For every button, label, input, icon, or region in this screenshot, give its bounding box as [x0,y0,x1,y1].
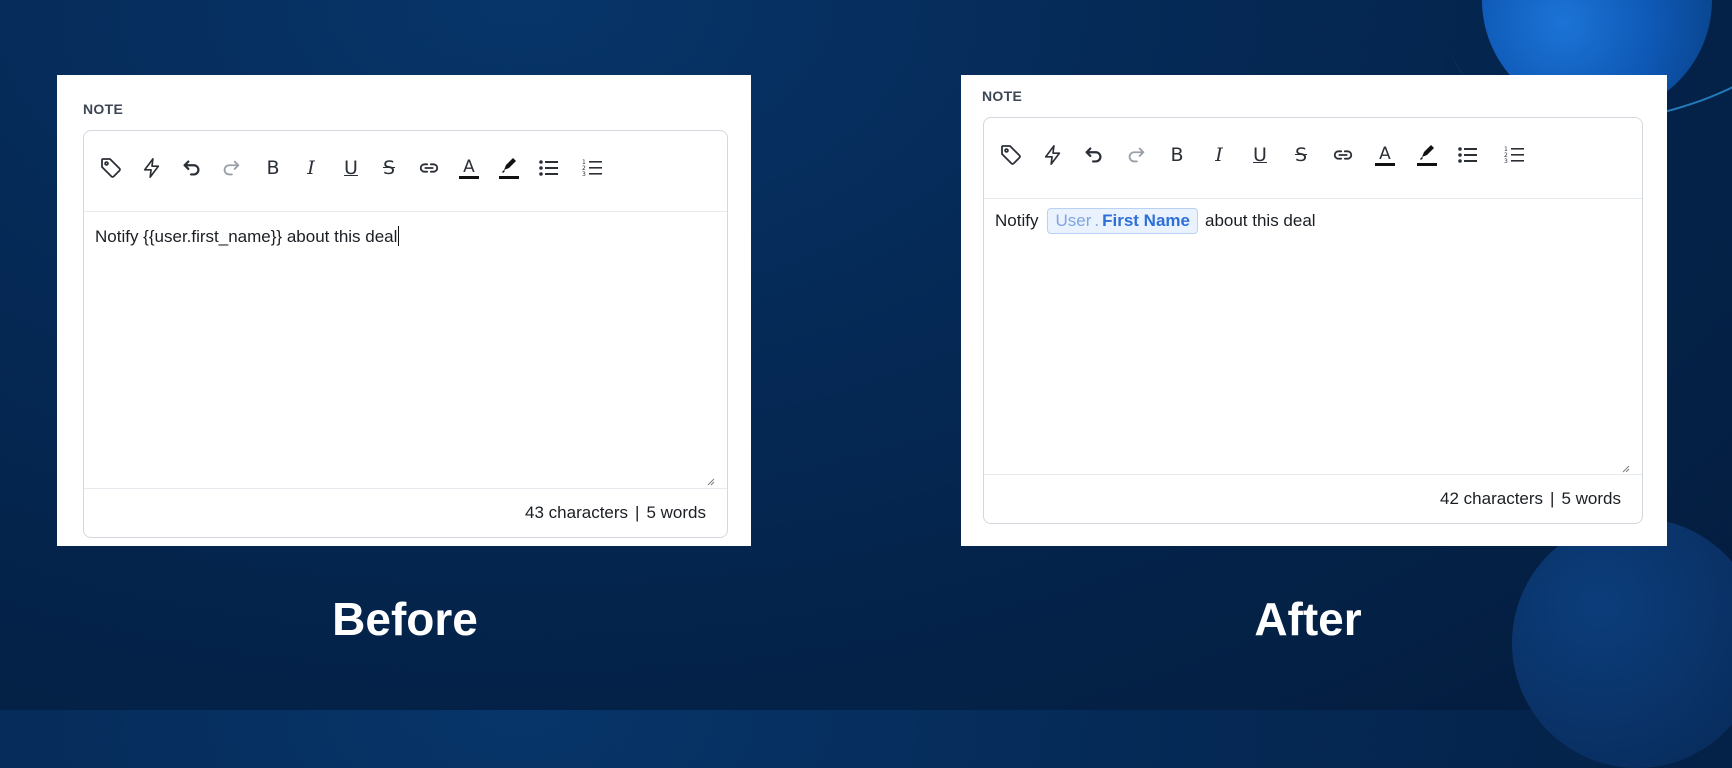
after-panel: NOTE B I U S A 1 2 3 Notify User . First… [961,75,1667,546]
token-field: First Name [1102,211,1190,230]
note-label: NOTE [83,101,124,117]
note-text-prefix: Notify [995,211,1039,230]
redo-icon[interactable] [1121,140,1151,170]
highlight-icon[interactable] [1412,140,1442,170]
numbered-list-icon[interactable]: 123 [578,153,608,183]
lightning-icon[interactable] [137,153,167,183]
highlight-icon[interactable] [494,153,524,183]
svg-text:A: A [1379,144,1391,164]
editor-content[interactable]: Notify {{user.first_name}} about this de… [95,226,400,247]
bullet-list-icon[interactable] [534,153,564,183]
note-label: NOTE [982,88,1023,104]
resize-handle-icon[interactable] [1621,464,1630,473]
token-dot: . [1094,211,1100,230]
svg-text:A: A [463,157,475,177]
character-count: 43 characters [525,503,629,522]
character-word-count: 42 characters | 5 words [1440,489,1621,509]
tag-icon[interactable] [996,140,1026,170]
character-count: 42 characters [1440,489,1544,508]
character-word-count: 43 characters | 5 words [525,503,706,523]
lightning-icon[interactable] [1038,140,1068,170]
numbered-list-icon[interactable]: 123 [1500,140,1530,170]
word-count: 5 words [646,503,706,522]
tag-icon[interactable] [96,153,126,183]
italic-icon[interactable]: I [296,153,326,183]
count-separator: | [1550,489,1555,508]
count-separator: | [635,503,640,522]
editor-footer: 43 characters | 5 words [84,488,727,537]
link-icon[interactable] [414,153,444,183]
svg-text:3: 3 [1504,158,1508,165]
strikethrough-icon[interactable]: S [1286,140,1316,170]
text-color-icon[interactable]: A [454,153,484,183]
bold-icon[interactable]: B [258,153,288,183]
underline-icon[interactable]: U [336,153,366,183]
bullet-list-icon[interactable] [1453,140,1483,170]
strikethrough-icon[interactable]: S [374,153,404,183]
note-editor[interactable]: B I U S A 123 Notify {{user.first_name}}… [83,130,728,538]
text-caret [398,226,400,246]
editor-toolbar: B I U S A 123 [984,118,1642,199]
note-editor[interactable]: B I U S A 123 Notify User. First Name abo… [983,117,1643,524]
text-color-icon[interactable]: A [1370,140,1400,170]
editor-toolbar: B I U S A 123 [84,131,727,212]
note-text-suffix: about this deal [1204,211,1316,230]
svg-text:3: 3 [582,171,586,178]
word-count: 5 words [1561,489,1621,508]
merge-field-token[interactable]: User. First Name [1047,208,1198,234]
undo-icon[interactable] [177,153,207,183]
link-icon[interactable] [1328,140,1358,170]
redo-icon[interactable] [216,153,246,183]
underline-icon[interactable]: U [1245,140,1275,170]
resize-handle-icon[interactable] [706,477,715,486]
token-object: User [1055,211,1092,230]
bold-icon[interactable]: B [1162,140,1192,170]
italic-icon[interactable]: I [1204,140,1234,170]
before-panel: NOTE B I U S A 1 2 3 Notify {{user.first… [57,75,751,546]
after-caption: After [1254,593,1362,645]
editor-footer: 42 characters | 5 words [984,474,1642,523]
before-caption: Before [332,593,478,645]
undo-icon[interactable] [1079,140,1109,170]
editor-content[interactable]: Notify User. First Name about this deal [995,208,1316,234]
decorative-circle-bottom [1512,518,1732,768]
note-text: Notify {{user.first_name}} about this de… [95,227,398,246]
